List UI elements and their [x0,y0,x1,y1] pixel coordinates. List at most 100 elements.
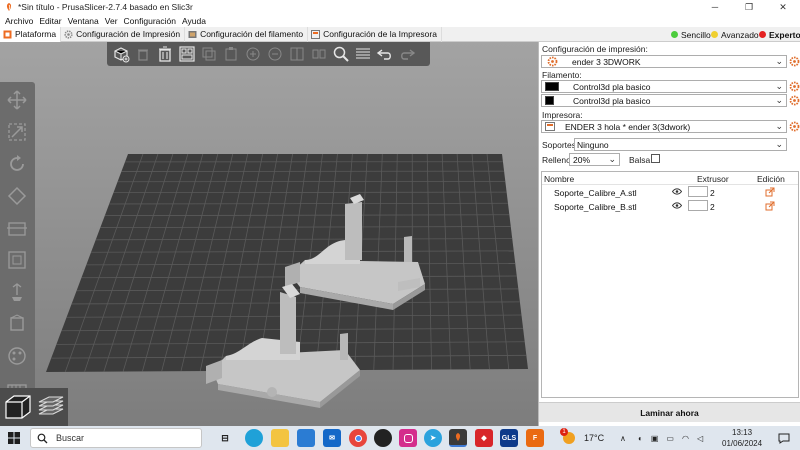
add-object-icon[interactable] [110,44,131,64]
tab-printer-settings[interactable]: Configuración de la Impresora [308,26,442,42]
arrange-icon[interactable] [176,44,197,64]
clock[interactable]: 13:13 01/06/2024 [722,426,762,450]
task-view-icon[interactable]: ⊟ [216,429,234,447]
printer-combo[interactable]: ENDER 3 hola * ender 3(3dwork) ⌄ [541,120,787,133]
edit-icon[interactable] [765,187,775,197]
mode-label: Experto [769,29,800,40]
filament-1-gear-icon[interactable] [789,81,800,92]
copy-icon[interactable] [198,44,219,64]
hollow-icon[interactable] [2,246,32,274]
mode-advanced[interactable]: Avanzado [711,27,759,42]
menu-ventana[interactable]: Ventana [65,16,102,26]
col-extruder-header[interactable]: Extrusor [697,174,729,184]
split-objects-icon[interactable] [286,44,307,64]
menu-configuracion[interactable]: Configuración [121,16,179,26]
slice-now-button[interactable]: Laminar ahora [539,402,800,422]
supports-combo[interactable]: Ninguno ⌄ [574,138,787,151]
extruder-field[interactable] [688,200,708,211]
col-edit-header[interactable]: Edición [757,174,785,184]
tab-label: Configuración de Impresión [76,29,181,39]
mode-expert[interactable]: Experto [759,27,800,42]
preview-layers-icon[interactable] [35,392,67,422]
supports-paint-icon[interactable] [2,278,32,306]
edge-browser-icon[interactable] [245,429,263,447]
list-item[interactable]: Soporte_Calibre_A.stl 2 [542,186,798,200]
search-icon[interactable] [330,44,351,64]
gls-icon[interactable]: GLS [500,429,518,447]
mode-simple[interactable]: Sencillo [671,27,711,42]
menu-editar[interactable]: Editar [36,16,64,26]
scale-icon[interactable] [2,118,32,146]
chrome-icon[interactable] [349,429,367,447]
weather-widget[interactable]: 1 17°C [560,426,604,450]
filament-color-swatch[interactable] [545,82,559,91]
store-icon[interactable] [297,429,315,447]
extruder-field[interactable] [688,186,708,197]
filament-combo-1[interactable]: Control3d pla basico ⌄ [541,80,787,93]
notifications-icon[interactable] [778,426,790,450]
print-settings-value: ender 3 3DWORK [572,56,641,67]
view-toggle [0,388,68,426]
tab-print-settings[interactable]: Configuración de Impresión [61,26,186,42]
taskbar-search-input[interactable]: Buscar [30,428,202,448]
file-explorer-icon[interactable] [271,429,289,447]
edit-icon[interactable] [765,201,775,211]
telegram-icon[interactable]: ➤ [424,429,442,447]
windows-start-icon[interactable] [0,426,28,450]
network-icon[interactable]: ◐ [638,434,643,443]
anydesk-icon[interactable]: ◆ [475,429,493,447]
col-name-header[interactable]: Nombre [544,174,574,184]
add-instance-icon[interactable] [242,44,263,64]
list-item[interactable]: Soporte_Calibre_B.stl 2 [542,200,798,214]
wifi-icon[interactable]: ◠ [682,434,689,443]
filament-color-swatch[interactable] [545,96,554,105]
place-on-face-icon[interactable] [2,182,32,210]
seam-paint-icon[interactable] [2,310,32,338]
supports-value: Ninguno [577,139,609,150]
layers-editing-icon[interactable] [352,44,373,64]
rotate-icon[interactable] [2,150,32,178]
close-button[interactable]: ✕ [766,0,800,14]
eye-icon[interactable] [672,188,682,195]
remove-instance-icon[interactable] [264,44,285,64]
3d-view-icon[interactable] [2,392,32,422]
delete-all-icon[interactable] [154,44,175,64]
undo-icon[interactable] [374,44,395,64]
app-f-icon[interactable]: F [526,429,544,447]
instagram-icon[interactable] [399,429,417,447]
mode-dot-red-icon [759,31,766,38]
mail-icon[interactable]: ✉ [323,429,341,447]
prusaslicer-taskbar-icon[interactable] [449,429,467,447]
eye-icon[interactable] [672,202,682,209]
paste-icon[interactable] [220,44,241,64]
filament-combo-2[interactable]: Control3d pla basico ⌄ [541,94,787,107]
minimize-button[interactable]: ─ [698,0,732,14]
infill-combo[interactable]: 20% ⌄ [569,153,620,166]
move-icon[interactable] [2,86,32,114]
volume-icon[interactable]: ◁ [697,434,703,443]
mmu-paint-icon[interactable] [2,342,32,370]
maximize-button[interactable]: ❐ [732,0,766,14]
obs-icon[interactable] [374,429,392,447]
printer-gear-icon[interactable] [789,121,800,132]
3d-viewport[interactable] [0,42,538,426]
redo-icon[interactable] [396,44,417,64]
cut-icon[interactable] [2,214,32,242]
printer-icon [311,29,321,39]
print-settings-combo[interactable]: ender 3 3DWORK ⌄ [541,55,787,68]
brim-checkbox[interactable] [651,154,660,163]
tab-filament-settings[interactable]: Configuración del filamento [185,26,309,42]
filament-2-gear-icon[interactable] [789,95,800,106]
menu-ayuda[interactable]: Ayuda [179,16,209,26]
settings-sidebar: Configuración de impresión: ender 3 3DWO… [538,42,800,426]
delete-icon[interactable] [132,44,153,64]
chevron-up-icon[interactable]: ∧ [620,426,626,450]
menu-ver[interactable]: Ver [102,16,121,26]
split-parts-icon[interactable] [308,44,329,64]
mode-label: Sencillo [681,29,711,40]
menu-archivo[interactable]: Archivo [2,16,36,26]
tab-plataforma[interactable]: Plataforma [0,26,62,42]
battery-icon[interactable]: ▭ [666,434,674,443]
camera-icon[interactable]: ▣ [651,434,659,443]
print-settings-edit-gear-icon[interactable] [789,56,800,67]
